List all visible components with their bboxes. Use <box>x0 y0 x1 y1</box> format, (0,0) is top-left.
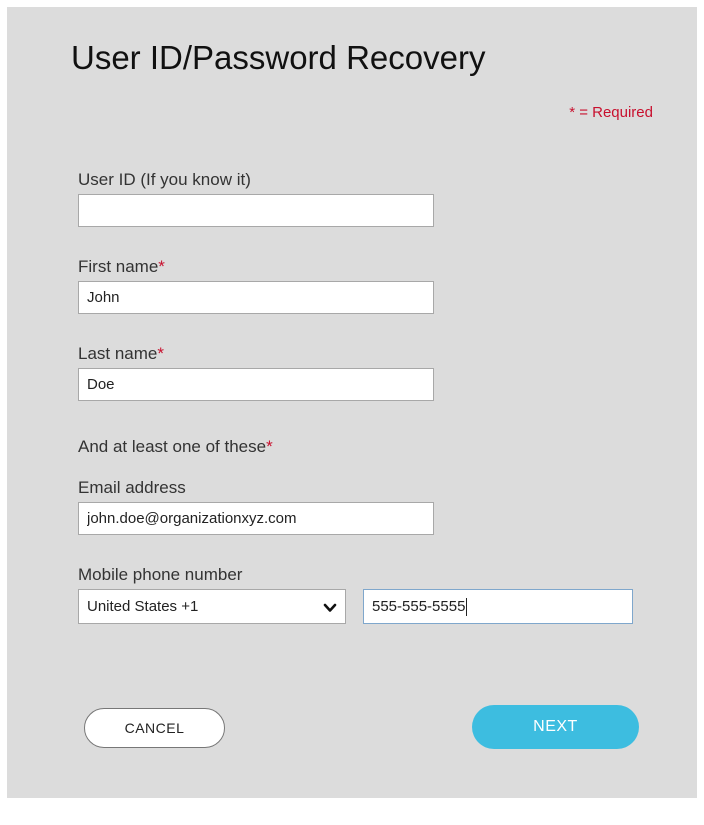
user-id-input[interactable] <box>78 194 434 227</box>
country-code-value: United States +1 <box>87 598 199 615</box>
text-cursor <box>466 597 468 616</box>
last-name-label: Last name* <box>78 344 164 364</box>
last-name-input[interactable] <box>78 368 434 401</box>
user-id-label-text: User ID (If you know it) <box>78 170 251 189</box>
mobile-label-text: Mobile phone number <box>78 565 243 584</box>
chevron-down-icon <box>323 603 337 612</box>
email-label: Email address <box>78 478 186 498</box>
required-asterisk: * <box>157 344 165 363</box>
cancel-button-label: CANCEL <box>124 720 185 736</box>
required-asterisk: * <box>158 257 165 276</box>
required-asterisk: * <box>266 437 273 456</box>
next-button-label: NEXT <box>533 718 578 735</box>
country-code-select[interactable]: United States +1 <box>78 589 346 624</box>
page-title: User ID/Password Recovery <box>71 39 486 76</box>
at-least-one-label-text: And at least one of these <box>78 437 267 456</box>
required-legend: * = Required <box>569 104 653 121</box>
phone-number-input[interactable]: 555-555-5555 <box>363 589 633 624</box>
cancel-button[interactable]: CANCEL <box>84 708 225 748</box>
first-name-label: First name* <box>78 257 165 277</box>
first-name-input[interactable] <box>78 281 434 314</box>
mobile-label: Mobile phone number <box>78 565 242 585</box>
next-button[interactable]: NEXT <box>472 705 639 749</box>
at-least-one-label: And at least one of these* <box>78 437 273 457</box>
email-input[interactable] <box>78 502 434 535</box>
recovery-panel: User ID/Password Recovery * = Required U… <box>7 7 697 798</box>
first-name-label-text: First name <box>78 257 159 276</box>
last-name-label-text: Last name <box>78 344 158 363</box>
email-label-text: Email address <box>78 478 186 497</box>
user-id-label: User ID (If you know it) <box>78 170 251 190</box>
phone-number-value: 555-555-5555 <box>372 598 466 615</box>
